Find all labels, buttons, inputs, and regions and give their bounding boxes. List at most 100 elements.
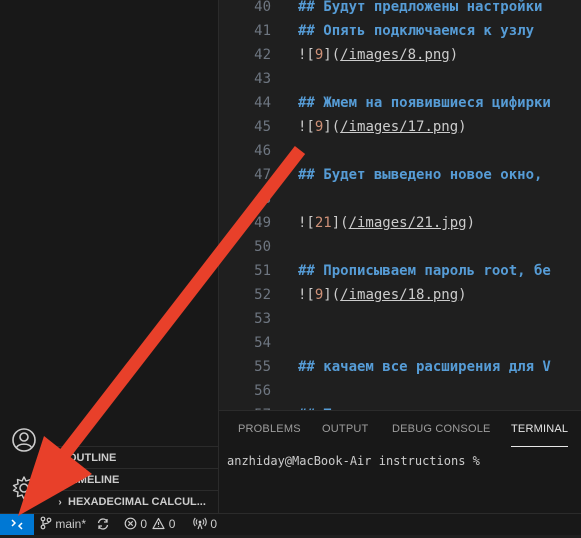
line-number: 40 <box>254 0 271 15</box>
line-number: 56 <box>254 383 271 399</box>
line-number: 49 <box>254 215 271 231</box>
code-line[interactable]: 46 <box>219 139 271 163</box>
markdown-punctuation: ) <box>458 287 467 303</box>
code-line[interactable]: 52 ![9](/images/18.png) <box>219 283 466 307</box>
markdown-punctuation: ![ <box>298 47 315 63</box>
line-number: 52 <box>254 287 271 303</box>
sync-button[interactable] <box>96 514 110 535</box>
image-link[interactable]: /images/8.png <box>340 47 450 63</box>
line-number: 43 <box>254 71 271 87</box>
markdown-punctuation: ) <box>466 215 476 231</box>
problems-status[interactable]: 0 0 <box>124 514 175 535</box>
image-alt-text: 21 <box>314 215 332 231</box>
sync-icon <box>97 518 109 530</box>
markdown-punctuation: ) <box>449 47 459 63</box>
markdown-heading: ## Жмем на появившиеся цифирки <box>298 95 551 111</box>
sidebar: › OUTLINE › TIMELINE › HEXADECIMAL CALCUL..… <box>48 0 219 513</box>
terminal-prompt[interactable]: anzhiday@MacBook-Air instructions % <box>227 454 480 468</box>
hexadecimal-calculator-section-header[interactable]: › HEXADECIMAL CALCUL... <box>48 490 218 513</box>
line-number: 51 <box>254 263 271 279</box>
error-icon <box>124 517 137 530</box>
branch-status[interactable]: main* <box>40 514 86 535</box>
image-link[interactable]: /images/17.png <box>340 119 458 135</box>
markdown-heading: ## Прописываем пароль root, бе <box>298 263 551 279</box>
ports-status[interactable]: 0 <box>193 514 217 535</box>
error-count: 0 <box>140 517 148 531</box>
chevron-right-icon: › <box>58 497 62 508</box>
timeline-section-label: TIMELINE <box>68 474 120 486</box>
markdown-punctuation: ]( <box>323 287 341 303</box>
source-control-branch-icon <box>40 516 52 530</box>
code-line[interactable]: 45 ![9](/images/17.png) <box>219 115 466 139</box>
line-number: 50 <box>254 239 271 255</box>
line-number: 42 <box>254 47 271 63</box>
code-line[interactable]: 51 ## Прописываем пароль root, бе <box>219 259 551 283</box>
line-number: 44 <box>254 95 271 111</box>
tab-output[interactable]: OUTPUT <box>322 411 368 447</box>
outline-section-label: OUTLINE <box>68 452 117 464</box>
line-number: 57 <box>219 403 271 410</box>
markdown-heading: ## Будет выведено новое окно, <box>298 167 543 183</box>
warning-icon <box>152 517 165 530</box>
markdown-punctuation: ![ <box>298 119 315 135</box>
warning-count: 0 <box>168 517 176 531</box>
code-line[interactable]: 43 <box>219 67 271 91</box>
editor[interactable]: 40 ## Будут предложены настройки 41 ## Опят… <box>219 0 581 410</box>
line-content: ![21](/images/21.jpg) <box>298 211 475 235</box>
line-number: 45 <box>254 119 271 135</box>
image-link[interactable]: /images/21.jpg <box>349 215 467 231</box>
code-line[interactable]: 57 ## Т <box>219 403 332 410</box>
code-line[interactable]: 41 ## Опять подключаемся к узлу <box>219 19 534 43</box>
line-content: ## Т <box>298 403 332 410</box>
tab-problems[interactable]: PROBLEMS <box>238 411 301 447</box>
tab-terminal[interactable]: TERMINAL <box>511 411 569 447</box>
code-line[interactable]: 53 <box>219 307 271 331</box>
timeline-section-header[interactable]: › TIMELINE <box>48 468 218 491</box>
code-line[interactable]: 48 <box>219 187 271 211</box>
remote-icon <box>11 519 23 530</box>
broadcast-icon <box>193 517 207 530</box>
line-number: 46 <box>254 143 271 159</box>
line-content: ![9](/images/18.png) <box>298 283 467 307</box>
markdown-heading: ## Опять подключаемся к узлу <box>298 23 535 39</box>
outline-section-header[interactable]: › OUTLINE <box>48 446 218 469</box>
line-number: 47 <box>254 167 271 183</box>
ports-count: 0 <box>210 517 218 531</box>
chevron-right-icon: › <box>58 453 62 464</box>
markdown-punctuation: ) <box>458 119 467 135</box>
line-content: ## Будет выведено новое окно, <box>298 163 542 187</box>
remote-button[interactable] <box>0 514 34 535</box>
line-content: ## Прописываем пароль root, бе <box>298 259 551 283</box>
markdown-heading: ## Будут предложены настройки <box>298 0 543 15</box>
code-line[interactable]: 55 ## качаем все расширения для V <box>219 355 551 379</box>
image-link[interactable]: /images/18.png <box>340 287 458 303</box>
code-line[interactable]: 47 ## Будет выведено новое окно, <box>219 163 542 187</box>
line-number: 53 <box>254 311 271 327</box>
panel-tabs: PROBLEMS OUTPUT DEBUG CONSOLE TERMINAL <box>219 411 581 447</box>
panel: PROBLEMS OUTPUT DEBUG CONSOLE TERMINAL a… <box>219 410 581 514</box>
line-content: ## качаем все расширения для V <box>298 355 551 379</box>
markdown-punctuation: ![ <box>298 287 315 303</box>
markdown-punctuation: ![ <box>298 215 315 231</box>
line-number: 48 <box>254 191 271 207</box>
code-line[interactable]: 44 ## Жмем на появившиеся цифирки <box>219 91 551 115</box>
markdown-punctuation: ]( <box>323 47 341 63</box>
account-icon[interactable] <box>10 426 38 454</box>
line-number: 41 <box>254 23 271 39</box>
branch-name: main* <box>55 517 87 531</box>
hexadecimal-calculator-section-label: HEXADECIMAL CALCUL... <box>68 496 206 508</box>
settings-gear-icon[interactable] <box>10 474 38 502</box>
code-line[interactable]: 54 <box>219 331 271 355</box>
code-line[interactable]: 50 <box>219 235 271 259</box>
line-number: 54 <box>254 335 271 351</box>
line-number: 55 <box>254 359 271 375</box>
markdown-punctuation: ]( <box>323 119 341 135</box>
code-line[interactable]: 40 ## Будут предложены настройки <box>219 0 542 19</box>
code-line[interactable]: 56 <box>219 379 271 403</box>
code-line[interactable]: 42 ![9](/images/8.png) <box>219 43 458 67</box>
line-content: ## Жмем на появившиеся цифирки <box>298 91 551 115</box>
tab-debug-console[interactable]: DEBUG CONSOLE <box>392 411 491 447</box>
code-line[interactable]: 49 ![21](/images/21.jpg) <box>219 211 475 235</box>
markdown-punctuation: ]( <box>331 215 349 231</box>
chevron-right-icon: › <box>58 475 62 486</box>
